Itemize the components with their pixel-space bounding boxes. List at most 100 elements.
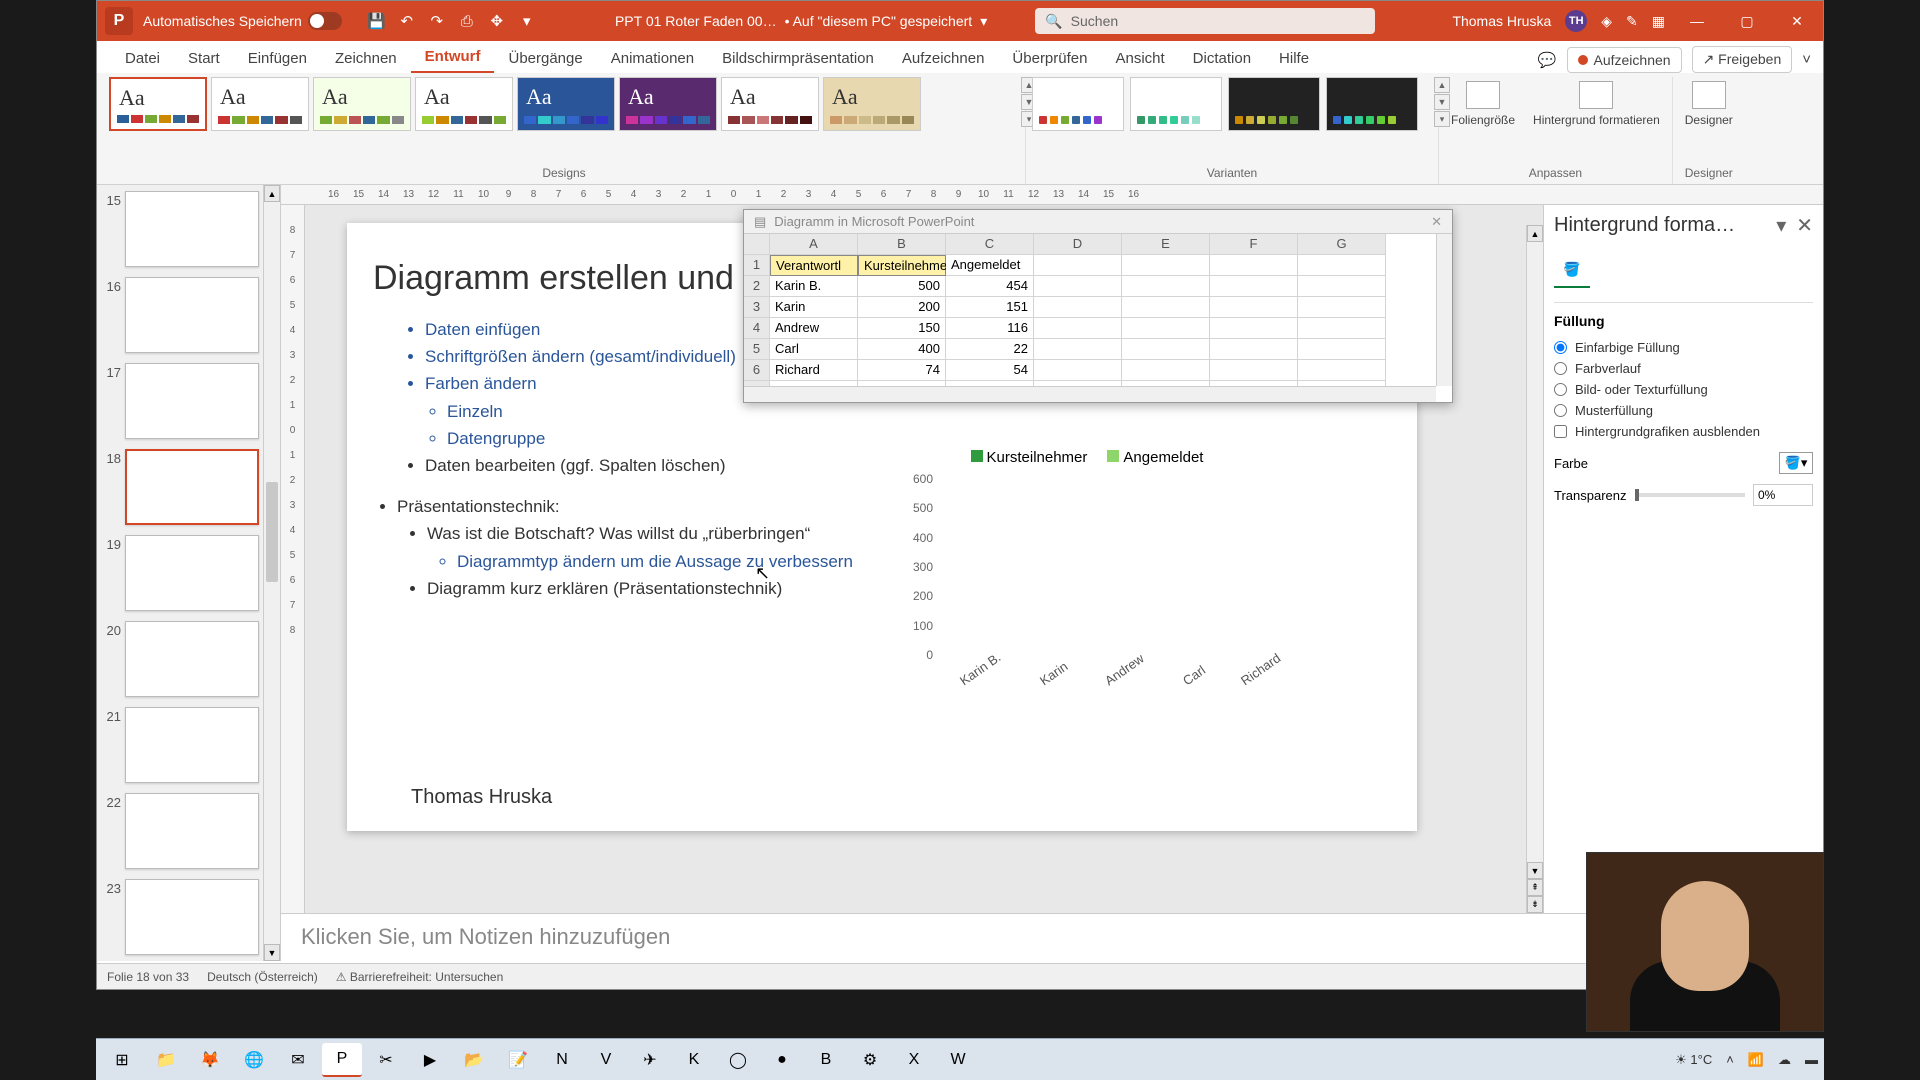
theme-thumb[interactable]: Aa — [313, 77, 411, 131]
fill-option[interactable]: Hintergrundgrafiken ausblenden — [1554, 421, 1813, 442]
taskbar-firefox[interactable]: 🦊 — [190, 1043, 230, 1077]
taskbar-folder[interactable]: 📂 — [454, 1043, 494, 1077]
designer-button[interactable]: Designer — [1679, 77, 1739, 131]
save-icon[interactable]: 💾 — [366, 10, 388, 32]
tab-einfügen[interactable]: Einfügen — [234, 44, 321, 73]
accessibility-check[interactable]: ⚠ Barrierefreiheit: Untersuchen — [336, 970, 504, 984]
theme-thumb[interactable]: Aa — [415, 77, 513, 131]
slide-thumb[interactable] — [125, 793, 259, 869]
slide-thumb[interactable] — [125, 535, 259, 611]
slide-thumbnails-panel[interactable]: 15161718192021222324 ▲ ▼ — [97, 185, 281, 961]
record-button[interactable]: Aufzeichnen — [1567, 47, 1682, 73]
fill-bucket-icon[interactable]: 🪣 — [1554, 252, 1590, 288]
chart-data-editor[interactable]: ▤ Diagramm in Microsoft PowerPoint ✕ ABC… — [743, 209, 1453, 403]
vertical-ruler[interactable]: 87654321012345678 — [281, 205, 305, 913]
datagrid-cells[interactable]: ABCDEFG1VerantwortlKursteilnehmeAngemeld… — [744, 234, 1452, 402]
taskbar-gear[interactable]: ⚙ — [850, 1043, 890, 1077]
theme-thumb[interactable]: Aa — [109, 77, 207, 131]
taskbar-chrome[interactable]: 🌐 — [234, 1043, 274, 1077]
taskbar-start[interactable]: ⊞ — [102, 1043, 142, 1077]
variant-gallery[interactable]: ▲▼▾ — [1032, 77, 1432, 131]
close-button[interactable]: ✕ — [1779, 8, 1815, 34]
quickprint-icon[interactable]: ⎙ — [456, 10, 478, 32]
scroll-down-icon[interactable]: ▼ — [264, 944, 280, 961]
expand-gallery-icon[interactable]: ▾ — [1434, 111, 1450, 127]
slide-thumb[interactable] — [125, 879, 259, 955]
diamond-icon[interactable]: ◈ — [1601, 13, 1612, 30]
taskbar-w[interactable]: W — [938, 1043, 978, 1077]
windows-taskbar[interactable]: ⊞📁🦊🌐✉P✂▶📂📝NV✈K◯●B⚙XW ☀ 1°C ˄ 📶 ☁ ▬ — [96, 1038, 1824, 1080]
fill-option[interactable]: Farbverlauf — [1554, 358, 1813, 379]
touchmode-icon[interactable]: ✥ — [486, 10, 508, 32]
weather-widget[interactable]: ☀ 1°C — [1675, 1052, 1712, 1068]
slide-thumb[interactable] — [125, 707, 259, 783]
prev-slide-icon[interactable]: ⇞ — [1527, 879, 1543, 896]
slide-thumb[interactable] — [125, 449, 259, 525]
comments-icon[interactable]: 💬 — [1538, 51, 1557, 69]
share-button[interactable]: ↗ Freigeben — [1692, 46, 1793, 73]
format-background-button[interactable]: Hintergrund formatieren — [1527, 77, 1666, 131]
theme-gallery[interactable]: AaAaAaAaAaAaAaAa▲▼▾ — [109, 77, 1019, 131]
theme-thumb[interactable]: Aa — [619, 77, 717, 131]
undo-icon[interactable]: ↶ — [396, 10, 418, 32]
chart[interactable]: KursteilnehmerAngemeldet 600500400300200… — [897, 449, 1277, 709]
tab-entwurf[interactable]: Entwurf — [411, 42, 495, 73]
taskbar-powerpoint[interactable]: P — [322, 1043, 362, 1077]
datagrid-title[interactable]: ▤ Diagramm in Microsoft PowerPoint ✕ — [744, 210, 1452, 234]
datagrid-vscroll[interactable] — [1436, 234, 1452, 386]
horizontal-ruler[interactable]: 1615141312111098765432101234567891011121… — [281, 185, 1823, 205]
autosave-toggle[interactable]: Automatisches Speichern — [143, 12, 342, 30]
slide-thumb[interactable] — [125, 277, 259, 353]
theme-thumb[interactable]: Aa — [517, 77, 615, 131]
taskbar-telegram[interactable]: ✈ — [630, 1043, 670, 1077]
tab-aufzeichnen[interactable]: Aufzeichnen — [888, 44, 999, 73]
transparency-field[interactable]: 0% — [1753, 484, 1813, 506]
next-slide-icon[interactable]: ⇟ — [1527, 896, 1543, 913]
taskbar-note[interactable]: 📝 — [498, 1043, 538, 1077]
tab-ansicht[interactable]: Ansicht — [1101, 44, 1178, 73]
tab-übergänge[interactable]: Übergänge — [494, 44, 596, 73]
tab-überprüfen[interactable]: Überprüfen — [998, 44, 1101, 73]
user-avatar[interactable]: TH — [1565, 10, 1587, 32]
save-location[interactable]: • Auf "diesem PC" gespeichert — [785, 13, 973, 29]
color-picker[interactable]: 🪣▾ — [1779, 452, 1813, 474]
theme-thumb[interactable]: Aa — [823, 77, 921, 131]
tab-animationen[interactable]: Animationen — [597, 44, 708, 73]
editor-scrollbar[interactable]: ▲ ▼ ⇞ ⇟ — [1526, 225, 1543, 913]
thumbnails-scrollbar[interactable]: ▲ ▼ — [263, 185, 280, 961]
taskbar-v[interactable]: V — [586, 1043, 626, 1077]
toggle-icon[interactable] — [308, 12, 342, 30]
scroll-up-icon[interactable]: ▲ — [264, 185, 280, 202]
tab-hilfe[interactable]: Hilfe — [1265, 44, 1323, 73]
tab-bildschirmpräsentation[interactable]: Bildschirmpräsentation — [708, 44, 888, 73]
slide-canvas-area[interactable]: Diagramm erstellen und formatieren Daten… — [305, 205, 1543, 913]
chevron-down-icon[interactable]: ▾ — [1776, 213, 1786, 238]
slide-thumb[interactable] — [125, 191, 259, 267]
scrollbar-handle[interactable] — [266, 482, 278, 582]
maximize-button[interactable]: ▢ — [1729, 8, 1765, 34]
user-name[interactable]: Thomas Hruska — [1452, 13, 1551, 29]
close-icon[interactable]: ✕ — [1431, 214, 1442, 230]
taskbar-files[interactable]: 📁 — [146, 1043, 186, 1077]
qat-more-icon[interactable]: ▾ — [516, 10, 538, 32]
collapse-ribbon-icon[interactable]: ˅ — [1802, 51, 1811, 68]
fill-option[interactable]: Bild- oder Texturfüllung — [1554, 379, 1813, 400]
taskbar-excel[interactable]: X — [894, 1043, 934, 1077]
wifi-icon[interactable]: 📶 — [1748, 1052, 1764, 1068]
datagrid-hscroll[interactable] — [744, 386, 1436, 402]
taskbar-vlc[interactable]: ▶ — [410, 1043, 450, 1077]
theme-thumb[interactable]: Aa — [721, 77, 819, 131]
taskbar-circ[interactable]: ● — [762, 1043, 802, 1077]
fill-option[interactable]: Musterfüllung — [1554, 400, 1813, 421]
format-background-pane[interactable]: Hintergrund forma… ▾ ✕ 🪣 Füllung Einfarb… — [1543, 205, 1823, 913]
variant-thumb[interactable] — [1228, 77, 1320, 131]
slide-thumb[interactable] — [125, 363, 259, 439]
slide-thumb[interactable] — [125, 621, 259, 697]
theme-thumb[interactable]: Aa — [211, 77, 309, 131]
redo-icon[interactable]: ↷ — [426, 10, 448, 32]
chevron-down-icon[interactable]: ▾ — [980, 13, 987, 30]
file-name[interactable]: PPT 01 Roter Faden 00… — [615, 13, 777, 29]
tab-start[interactable]: Start — [174, 44, 234, 73]
taskbar-b[interactable]: B — [806, 1043, 846, 1077]
minimize-button[interactable]: — — [1679, 8, 1715, 34]
